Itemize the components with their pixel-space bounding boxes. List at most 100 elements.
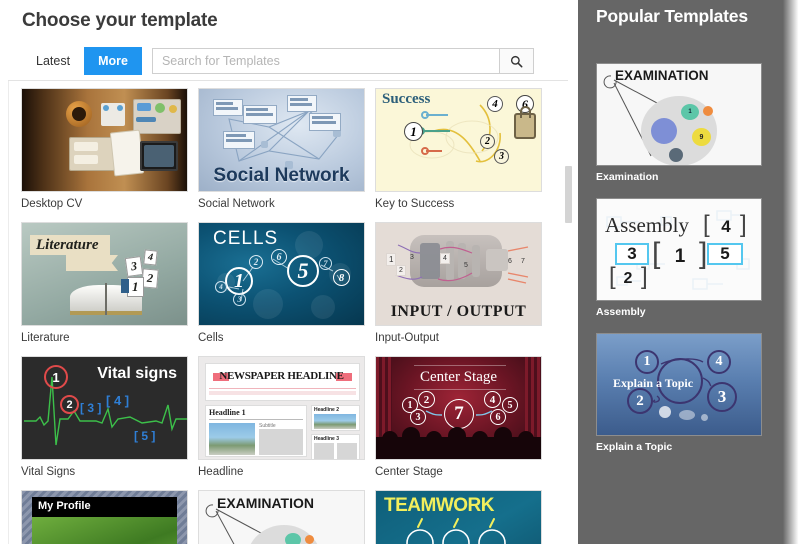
toolbar-divider — [8, 80, 568, 81]
template-card[interactable]: Social Network Social Network — [198, 88, 375, 210]
template-card[interactable]: NEWSPAPER HEADLINE Headline 1 Subtitle H… — [198, 356, 375, 478]
sidebar-template-card[interactable]: Explain a Topic 1 2 3 4 Explain a Topic — [596, 333, 762, 453]
template-thumbnail-input-output[interactable]: 1 2 3 4 5 6 7 INPUT / OUTPUT — [375, 222, 542, 326]
thumbnail-art: Vital signs 1 2 [ 3 ] [ 4 ] [ 5 ] — [22, 357, 187, 459]
toolbar: Latest More — [0, 32, 578, 76]
tab-latest[interactable]: Latest — [22, 47, 84, 75]
thumbnail-number: 1 — [127, 277, 144, 297]
template-card[interactable]: Vital signs 1 2 [ 3 ] [ 4 ] [ 5 ] Vital … — [21, 356, 198, 478]
thumbnail-number: 4 — [721, 217, 731, 236]
thumbnail-number: 5 — [287, 255, 319, 287]
thumbnail-art: My Profile — [22, 491, 187, 544]
thumbnail-number: 5 — [707, 243, 743, 265]
thumbnail-number: 1 — [688, 109, 692, 115]
template-thumbnail-headline[interactable]: NEWSPAPER HEADLINE Headline 1 Subtitle H… — [198, 356, 365, 460]
thumbnail-number: 2 — [141, 268, 159, 289]
thumbnail-art: TEAMWORK — [376, 491, 541, 544]
popular-templates-sidebar: Popular Templates EXAMINATION 1 9 Examin… — [578, 0, 812, 544]
template-card-label: Desktop CV — [21, 198, 83, 210]
teamwork-strokes — [406, 518, 506, 544]
thumbnail-number: 3 — [615, 243, 649, 265]
thumbnail-number: 8 — [333, 269, 350, 286]
page-title: Choose your template — [22, 10, 218, 31]
sidebar-right-fade — [782, 0, 812, 544]
template-card[interactable]: CELLS 1 2 3 4 5 6 7 8 Cells — [198, 222, 375, 344]
template-card[interactable]: My Profile My Profile — [21, 490, 198, 544]
thumbnail-art: EXAMINATION 1 9 — [597, 64, 761, 165]
template-card[interactable]: Literature 3 4 2 1 Literature — [21, 222, 198, 344]
template-thumbnail-desktop-cv[interactable] — [21, 88, 188, 192]
template-card[interactable]: Center Stage 1 2 3 4 5 6 7 Center Stage — [375, 356, 552, 478]
thumbnail-number: 4 — [487, 96, 503, 112]
thumbnail-subtitle: Headline 1 — [209, 408, 246, 417]
thumbnail-number: 3 — [494, 149, 509, 164]
thumbnail-number: 1 — [44, 365, 68, 389]
template-card-label: Cells — [198, 332, 224, 344]
thumbnail-title: Assembly — [605, 213, 689, 237]
thumbnail-number: 4 — [440, 253, 450, 264]
thumbnail-number: 7 — [521, 258, 525, 265]
search-input[interactable] — [152, 49, 499, 73]
sidebar-template-card[interactable]: Assembly [ ] 1 [ ] 2 3 [ ] 4 5 Assembly — [596, 198, 762, 318]
thumbnail-number: 3 — [233, 293, 246, 306]
search-button[interactable] — [498, 49, 533, 73]
sidebar-title: Popular Templates — [596, 6, 748, 26]
sidebar-thumbnail-examination[interactable]: EXAMINATION 1 9 — [596, 63, 762, 166]
thumbnail-art: CELLS 1 2 3 4 5 6 7 8 — [199, 223, 364, 325]
thumbnail-title: NEWSPAPER HEADLINE — [219, 370, 344, 382]
thumbnail-number: 4 — [143, 249, 158, 266]
thumbnail-number: 1 — [674, 246, 686, 267]
template-card[interactable]: TEAMWORK Teamwork — [375, 490, 552, 544]
thumbnail-art: 1 2 3 4 5 6 7 INPUT / OUTPUT — [376, 223, 541, 325]
template-thumbnail-social-network[interactable]: Social Network — [198, 88, 365, 192]
sidebar-template-card[interactable]: EXAMINATION 1 9 Examination — [596, 63, 762, 183]
thumbnail-title: Literature — [36, 237, 99, 253]
template-thumbnail-cells[interactable]: CELLS 1 2 3 4 5 6 7 8 — [198, 222, 365, 326]
thumbnail-number: 4 — [215, 281, 227, 293]
sidebar-template-label: Explain a Topic — [596, 441, 673, 453]
template-chooser-window: Choose your template Latest More Search … — [0, 0, 812, 544]
template-card[interactable]: EXAMINATION — [198, 490, 375, 544]
thumbnail-art: Center Stage 1 2 3 4 5 6 7 — [376, 357, 541, 459]
template-thumbnail-my-profile[interactable]: My Profile — [21, 490, 188, 544]
search-box — [151, 48, 534, 74]
sidebar-thumbnail-assembly[interactable]: Assembly [ ] 1 [ ] 2 3 [ ] 4 5 — [596, 198, 762, 301]
template-thumbnail-key-to-success[interactable]: Success 1 2 3 4 6 — [375, 88, 542, 192]
template-card-label: Input-Output — [375, 332, 439, 344]
template-card-label: Headline — [198, 466, 244, 478]
thumbnail-number: 3 — [410, 254, 414, 261]
tab-more[interactable]: More — [84, 47, 142, 75]
thumbnail-number: 2 — [60, 395, 79, 414]
thumbnail-number: 4 — [113, 393, 122, 408]
template-card[interactable]: Success 1 2 3 4 6 Key to Success — [375, 88, 552, 210]
grid-scrollbar-thumb[interactable] — [565, 166, 572, 223]
template-thumbnail-vital-signs[interactable]: Vital signs 1 2 [ 3 ] [ 4 ] [ 5 ] — [21, 356, 188, 460]
template-card-label: Social Network — [198, 198, 275, 210]
template-grid-scroll-area[interactable]: Desktop CV Social Network Social Network… — [9, 82, 569, 544]
sidebar-template-label: Examination — [596, 171, 659, 183]
sidebar-template-label: Assembly — [596, 306, 646, 318]
template-card[interactable]: 1 2 3 4 5 6 7 INPUT / OUTPUT Input-Outpu… — [375, 222, 552, 344]
thumbnail-title: Social Network — [213, 165, 350, 186]
template-thumbnail-center-stage[interactable]: Center Stage 1 2 3 4 5 6 7 — [375, 356, 542, 460]
grid-scrollbar-track[interactable] — [562, 82, 574, 544]
template-thumbnail-examination[interactable]: EXAMINATION — [198, 490, 365, 544]
thumbnail-art: Social Network — [199, 89, 364, 191]
template-thumbnail-literature[interactable]: Literature 3 4 2 1 — [21, 222, 188, 326]
thumbnail-number: 3 — [124, 255, 144, 278]
thumbnail-art: EXAMINATION — [199, 491, 364, 544]
thumbnail-number: 6 — [508, 258, 512, 265]
thumbnail-title: My Profile — [38, 500, 91, 512]
thumbnail-subtitle: Headline 3 — [314, 436, 340, 442]
template-thumbnail-teamwork[interactable]: TEAMWORK — [375, 490, 542, 544]
template-card[interactable]: Desktop CV — [21, 88, 198, 210]
template-grid: Desktop CV Social Network Social Network… — [9, 82, 569, 544]
thumbnail-number: 1 — [404, 122, 423, 141]
thumbnail-number: 1 — [225, 267, 253, 295]
thumbnail-number: 5 — [141, 429, 149, 443]
template-card-label: Key to Success — [375, 198, 455, 210]
sidebar-thumbnail-explain-a-topic[interactable]: Explain a Topic 1 2 3 4 — [596, 333, 762, 436]
padlock-shackle-icon — [520, 106, 531, 118]
thumbnail-title: INPUT / OUTPUT — [390, 303, 527, 320]
thumbnail-number: 3 — [87, 401, 95, 415]
